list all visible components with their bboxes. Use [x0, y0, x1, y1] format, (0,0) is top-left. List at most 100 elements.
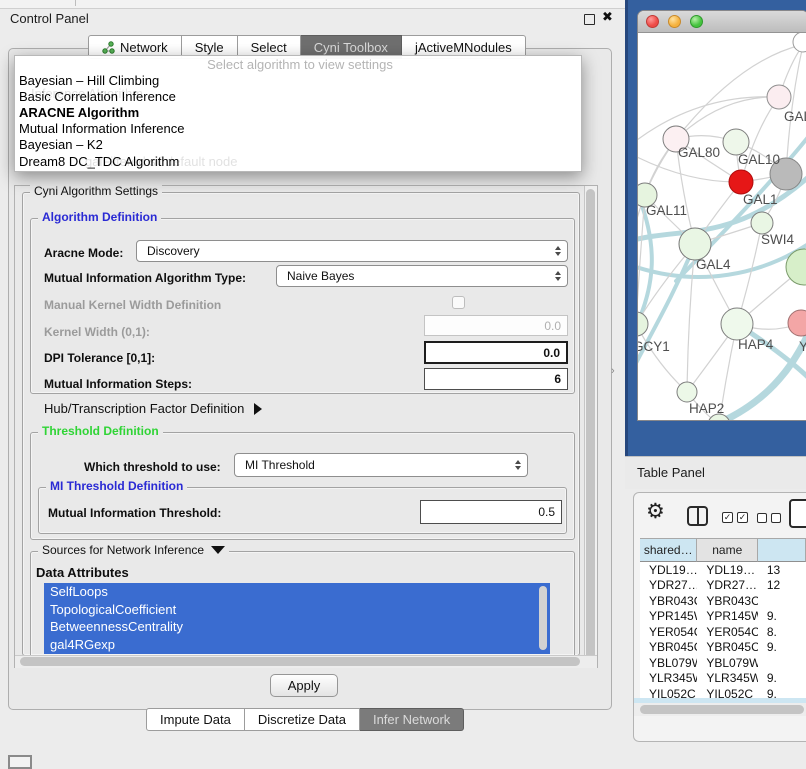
table-row[interactable]: YIL052C YIL052C 9. [640, 686, 806, 698]
node-gal4[interactable] [679, 228, 711, 260]
zoom-window-icon[interactable] [690, 15, 703, 28]
table-panel-title: Table Panel [637, 465, 705, 480]
node-hap2[interactable] [677, 382, 697, 402]
hub-definition-toggle[interactable]: Hub/Transcription Factor Definition [44, 401, 262, 416]
node-pink-top[interactable] [767, 85, 791, 109]
node-hap4[interactable] [721, 308, 753, 340]
table-hscroll-thumb[interactable] [640, 705, 804, 714]
node-label: GAL1 [743, 192, 778, 207]
sources-title-row[interactable]: Sources for Network Inference [38, 543, 229, 557]
mi-threshold-input[interactable]: 0.5 [420, 500, 562, 524]
list-item[interactable]: TopologicalCoefficient [44, 601, 550, 619]
columns-icon[interactable] [687, 506, 708, 526]
algorithm-option[interactable]: Dream8 DC_TDC Algorithm [15, 153, 581, 171]
close-panel-icon[interactable]: ✖ [602, 9, 613, 25]
list-vscrollbar[interactable] [539, 586, 547, 650]
settings-hscroll-thumb[interactable] [20, 657, 580, 666]
which-threshold-select[interactable]: MI Threshold [234, 453, 528, 477]
algorithm-option[interactable]: Bayesian – Hill Climbing [15, 73, 581, 89]
kernel-width-label: Kernel Width (0,1): [44, 325, 150, 339]
algorithm-placeholder: Select algorithm to view settings [15, 56, 581, 73]
table-row[interactable]: YBR045C YBR045C 9. [640, 640, 806, 656]
tab-infer-network[interactable]: Infer Network [360, 708, 464, 731]
node-label: GAL4 [696, 257, 731, 272]
bottom-tabs: Impute Data Discretize Data Infer Networ… [146, 708, 464, 731]
node-label: HAP4 [738, 337, 774, 352]
table-row[interactable]: YLR345W YLR345W 9. [640, 671, 806, 687]
expand-right-icon [254, 403, 262, 415]
node-table: shared… name YDL19… YDL19… 13 YDR27… YDR… [640, 538, 806, 698]
chevron-updown-icon [555, 271, 561, 281]
network-canvas: GAL GAL80 GAL10 GAL1 GAL11 SWI4 GAL4 GCY… [638, 33, 806, 421]
manual-kernel-label: Manual Kernel Width Definition [44, 298, 221, 312]
algorithm-definition-title: Algorithm Definition [38, 210, 161, 224]
node-top[interactable] [793, 33, 806, 52]
float-panel-icon[interactable] [584, 14, 595, 25]
deselect-checkbox-icon[interactable] [757, 513, 767, 523]
algorithm-option-selected[interactable]: ARACNE Algorithm [15, 105, 581, 121]
mi-threshold-label: Mutual Information Threshold: [48, 506, 221, 520]
which-threshold-label: Which threshold to use: [84, 460, 221, 474]
deselect-checkbox-icon[interactable] [771, 513, 781, 523]
dpi-tolerance-label: DPI Tolerance [0,1]: [44, 351, 155, 365]
table-row[interactable]: YER054C YER054C 8. [640, 624, 806, 640]
mi-steps-input[interactable]: 6 [424, 368, 568, 390]
top-divider [0, 0, 625, 9]
network-window-titlebar[interactable] [638, 11, 806, 33]
splitpane-grip[interactable]: › [611, 365, 615, 377]
tab-impute-data[interactable]: Impute Data [146, 708, 245, 731]
aracne-mode-select[interactable]: Discovery [136, 240, 568, 262]
node-label: GAL11 [646, 203, 687, 218]
node-swi4[interactable] [751, 212, 773, 234]
dpi-tolerance-input[interactable]: 0.0 [424, 341, 568, 364]
node-gcy1[interactable] [638, 312, 648, 336]
control-panel-title: Control Panel [10, 11, 89, 26]
close-window-icon[interactable] [646, 15, 659, 28]
column-header-shared[interactable]: shared… [640, 538, 697, 562]
table-row[interactable]: YBL079W YBL079W [640, 655, 806, 671]
node-label: GAL10 [738, 152, 780, 167]
list-item[interactable]: BetweennessCentrality [44, 618, 550, 636]
chevron-updown-icon [555, 246, 561, 256]
kernel-width-input: 0.0 [424, 315, 568, 336]
mi-type-label: Mutual Information Algorithm Type: [44, 271, 246, 285]
gear-icon[interactable]: ⚙ [646, 501, 665, 522]
apply-button[interactable]: Apply [270, 674, 338, 697]
threshold-title: Threshold Definition [38, 424, 163, 438]
tab-discretize-data[interactable]: Discretize Data [245, 708, 360, 731]
table-row[interactable]: YPR145W YPR145W 9. [640, 609, 806, 625]
settings-vscroll-thumb[interactable] [586, 189, 595, 661]
table-row[interactable]: YDL19… YDL19… 13 [640, 562, 806, 578]
new-table-icon[interactable] [789, 499, 806, 528]
manual-kernel-checkbox [452, 296, 465, 309]
minimize-window-icon[interactable] [668, 15, 681, 28]
node-label: HAP2 [689, 401, 724, 416]
mi-type-select[interactable]: Naive Bayes [276, 265, 568, 287]
node-pink-right[interactable] [788, 310, 806, 336]
cyni-settings-title: Cyni Algorithm Settings [30, 184, 162, 198]
table-row[interactable]: YBR043C YBR043C [640, 593, 806, 609]
collapse-down-icon [211, 546, 225, 554]
node-label: GCY1 [638, 339, 670, 354]
table-row[interactable]: YDR27… YDR27… 12 [640, 578, 806, 594]
algorithm-option[interactable]: Basic Correlation Inference [15, 89, 581, 105]
node-label: SWI4 [761, 232, 794, 247]
network-window: GAL GAL80 GAL10 GAL1 GAL11 SWI4 GAL4 GCY… [637, 10, 806, 421]
chevron-updown-icon [515, 460, 521, 470]
algorithm-option[interactable]: Bayesian – K2 [15, 137, 581, 153]
list-item[interactable]: gal4RGexp [44, 636, 550, 654]
node-gal1-red[interactable] [729, 170, 753, 194]
top-tick [75, 0, 76, 6]
collapsed-panel-icon[interactable] [8, 755, 32, 769]
aracne-mode-label: Aracne Mode: [44, 246, 123, 260]
data-attributes-label: Data Attributes [36, 565, 129, 580]
select-all-checkbox-icon[interactable]: ✓ [737, 512, 748, 523]
mi-steps-label: Mutual Information Steps: [44, 377, 192, 391]
mi-threshold-title: MI Threshold Definition [46, 479, 187, 493]
algorithm-option[interactable]: Mutual Information Inference [15, 121, 581, 137]
select-all-checkbox-icon[interactable]: ✓ [722, 512, 733, 523]
column-header-name[interactable]: name [697, 538, 758, 562]
column-header-3[interactable] [758, 538, 806, 562]
list-item[interactable]: SelfLoops [44, 583, 550, 601]
node-label: GAL [784, 109, 806, 124]
